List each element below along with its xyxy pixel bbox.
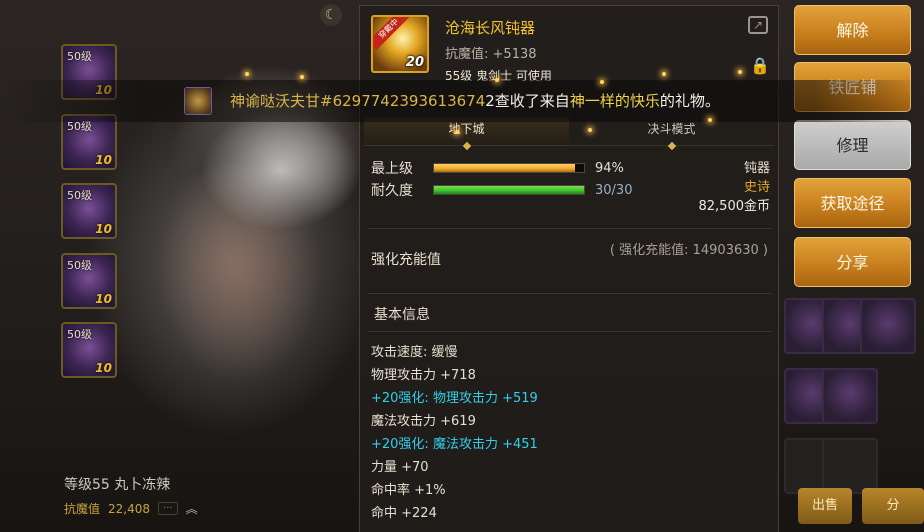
enhance-energy-value: ( 强化充能值: 14903630 ) [609, 243, 768, 258]
title-badge: ··· [158, 502, 178, 515]
max-level-label: 最上级 [371, 161, 413, 177]
inventory-slot[interactable] [860, 298, 916, 354]
tab-indicator [462, 141, 471, 151]
equipped-badge: 穿戴中 [373, 17, 411, 51]
durability-bar-fill [434, 186, 584, 194]
durability-value: 30/30 [595, 182, 633, 198]
weapon-type: 钝器 [743, 161, 770, 176]
durability-label: 耐久度 [371, 183, 413, 199]
divider [368, 293, 772, 294]
slot-level: 50级 [67, 328, 92, 341]
equipment-slot[interactable]: 50级 10 [61, 322, 117, 378]
broadcast-message: 神谕哒沃夫甘#62977423936136742查收了来自神一样的快乐的礼物。 [230, 90, 720, 111]
divider [368, 331, 772, 332]
sparkle-effect [588, 128, 592, 132]
item-meta: 钝器 史诗 82,500金币 [699, 159, 771, 216]
broadcast-banner: 神谕哒沃夫甘#62977423936136742查收了来自神一样的快乐的礼物。 [0, 80, 924, 122]
power-value: 22,408 [108, 501, 151, 516]
tab-indicator [667, 141, 676, 151]
sparkle-effect [495, 78, 499, 82]
stat-line: 攻击速度: 缓慢 [371, 345, 458, 360]
price: 82,500金币 [698, 199, 771, 214]
stat-line: 力量 +70 [371, 460, 429, 475]
divider [368, 228, 772, 229]
max-level-row: 最上级 94% [371, 158, 624, 178]
item-name: 沧海长风钝器 [445, 19, 536, 37]
rarity: 史诗 [743, 180, 770, 195]
durability-bar [433, 185, 585, 195]
slot-level: 50级 [67, 189, 92, 202]
slot-enhance: 10 [95, 361, 112, 375]
sparkle-effect [708, 118, 712, 122]
moon-icon[interactable]: ☾ [320, 4, 342, 26]
stat-line: 命中 +224 [371, 506, 437, 521]
stat-line: 魔法攻击力 +619 [371, 414, 476, 429]
basic-info-header: 基本信息 [374, 307, 430, 323]
stat-line-bonus: +20强化: 物理攻击力 +519 [371, 391, 538, 406]
share-icon[interactable]: ↗ [748, 16, 768, 34]
broadcast-text-middle: 2查收了来自 [485, 92, 570, 110]
stat-line: 命中率 +1% [371, 483, 446, 498]
sparkle-effect [600, 80, 604, 84]
power-label: 抗魔值 [64, 502, 101, 516]
broadcast-text-end: 的礼物。 [659, 92, 720, 110]
sparkle-effect [245, 72, 249, 76]
inventory-slot[interactable] [822, 368, 878, 424]
max-level-bar-fill [434, 164, 575, 172]
gift-box-icon [184, 87, 212, 115]
sell-button[interactable]: 出售 [798, 488, 852, 524]
sparkle-effect [455, 130, 459, 134]
tab-dungeon-label: 地下城 [448, 122, 485, 136]
equipment-slot[interactable]: 50级 10 [61, 253, 117, 309]
slot-level: 50级 [67, 50, 92, 63]
share-button[interactable]: 分享 [794, 237, 911, 287]
durability-row: 耐久度 30/30 [371, 180, 632, 200]
character-power-row: 抗魔值 22,408 ··· ︽ [64, 500, 198, 517]
broadcast-sender: 神谕哒沃夫甘#6297742393613674 [230, 92, 486, 110]
item-resist-label: 抗魔值: [445, 47, 489, 62]
chevron-up-icon[interactable]: ︽ [186, 500, 198, 517]
stat-line: 物理攻击力 +718 [371, 368, 476, 383]
repair-button[interactable]: 修理 [794, 120, 911, 170]
stat-list: 攻击速度: 缓慢 物理攻击力 +718 +20强化: 物理攻击力 +519 魔法… [371, 341, 538, 525]
sparkle-effect [300, 75, 304, 79]
stat-line-bonus: +20强化: 魔法攻击力 +451 [371, 437, 538, 452]
character-info: 等级55 丸卜冻辣 抗魔值 22,408 ··· ︽ [64, 474, 198, 517]
item-resist: 抗魔值: +5138 [445, 43, 537, 62]
character-hair [200, 110, 360, 230]
inventory-slot-empty[interactable] [822, 438, 878, 494]
obtain-route-button[interactable]: 获取途径 [794, 178, 911, 228]
item-enhance-level: 20 [405, 55, 424, 70]
item-resist-value: +5138 [492, 47, 537, 62]
slot-level: 50级 [67, 259, 92, 272]
lock-icon[interactable]: 🔒 [750, 56, 770, 76]
split-button[interactable]: 分 [862, 488, 924, 524]
max-level-bar [433, 163, 585, 173]
equipment-slot[interactable]: 50级 10 [61, 183, 117, 239]
sparkle-effect [662, 72, 666, 76]
slot-enhance: 10 [95, 292, 112, 306]
enhance-energy-label: 强化充能值 [371, 252, 441, 268]
item-icon: 穿戴中 20 [371, 15, 429, 73]
slot-enhance: 10 [95, 222, 112, 236]
max-level-value: 94% [595, 160, 624, 176]
broadcast-gift-name: 神一样的快乐 [569, 92, 660, 110]
sparkle-effect [738, 70, 742, 74]
slot-enhance: 10 [95, 153, 112, 167]
character-level-name: 等级55 丸卜冻辣 [64, 477, 171, 493]
equipment-slot[interactable]: 50级 10 [61, 114, 117, 170]
dismantle-button[interactable]: 解除 [794, 5, 911, 55]
tab-pvp-label: 决斗模式 [647, 122, 696, 136]
